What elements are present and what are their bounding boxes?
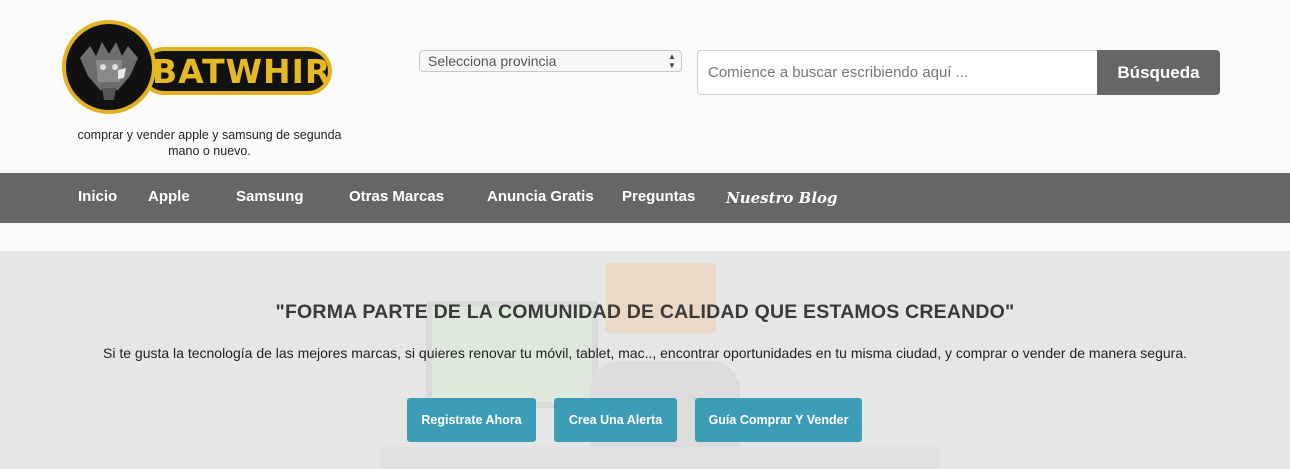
site-header: BATWHIR comprar y vender apple y samsung… xyxy=(0,0,1290,173)
hero-title: "FORMA PARTE DE LA COMUNIDAD DE CALIDAD … xyxy=(275,301,1015,323)
nav-item-apple[interactable]: Apple xyxy=(148,188,190,205)
nav-item-nuestro-blog[interactable]: Nuestro Blog xyxy=(726,189,838,207)
nav-item-otras-marcas[interactable]: Otras Marcas xyxy=(349,188,444,205)
logo-wordmark: BATWHIR xyxy=(152,52,332,91)
search-input[interactable] xyxy=(697,50,1098,95)
nav-item-preguntas[interactable]: Preguntas xyxy=(622,188,695,205)
create-alert-button[interactable]: Crea Una Alerta xyxy=(554,398,677,442)
search-button[interactable]: Búsqueda xyxy=(1097,50,1220,95)
province-select[interactable]: Selecciona provincia ▲ ▼ xyxy=(419,50,682,72)
site-logo[interactable]: BATWHIR xyxy=(62,18,334,118)
site-tagline: comprar y vender apple y samsung de segu… xyxy=(77,128,342,158)
main-nav: Inicio Apple Samsung Otras Marcas Anunci… xyxy=(0,173,1290,223)
register-button[interactable]: Registrate Ahora xyxy=(407,398,536,442)
hero-section: "FORMA PARTE DE LA COMUNIDAD DE CALIDAD … xyxy=(0,251,1290,469)
bat-mascot-icon xyxy=(62,20,156,114)
search-bar: Búsqueda xyxy=(697,50,1220,95)
nav-item-samsung[interactable]: Samsung xyxy=(236,188,304,205)
nav-item-anuncia-gratis[interactable]: Anuncia Gratis xyxy=(487,188,594,205)
select-arrows-icon: ▲ ▼ xyxy=(668,52,676,70)
buy-sell-guide-button[interactable]: Guía Comprar Y Vender xyxy=(695,398,862,442)
province-select-value: Selecciona provincia xyxy=(428,53,557,69)
nav-item-inicio[interactable]: Inicio xyxy=(78,188,117,205)
hero-description: Si te gusta la tecnología de las mejores… xyxy=(103,345,1187,361)
